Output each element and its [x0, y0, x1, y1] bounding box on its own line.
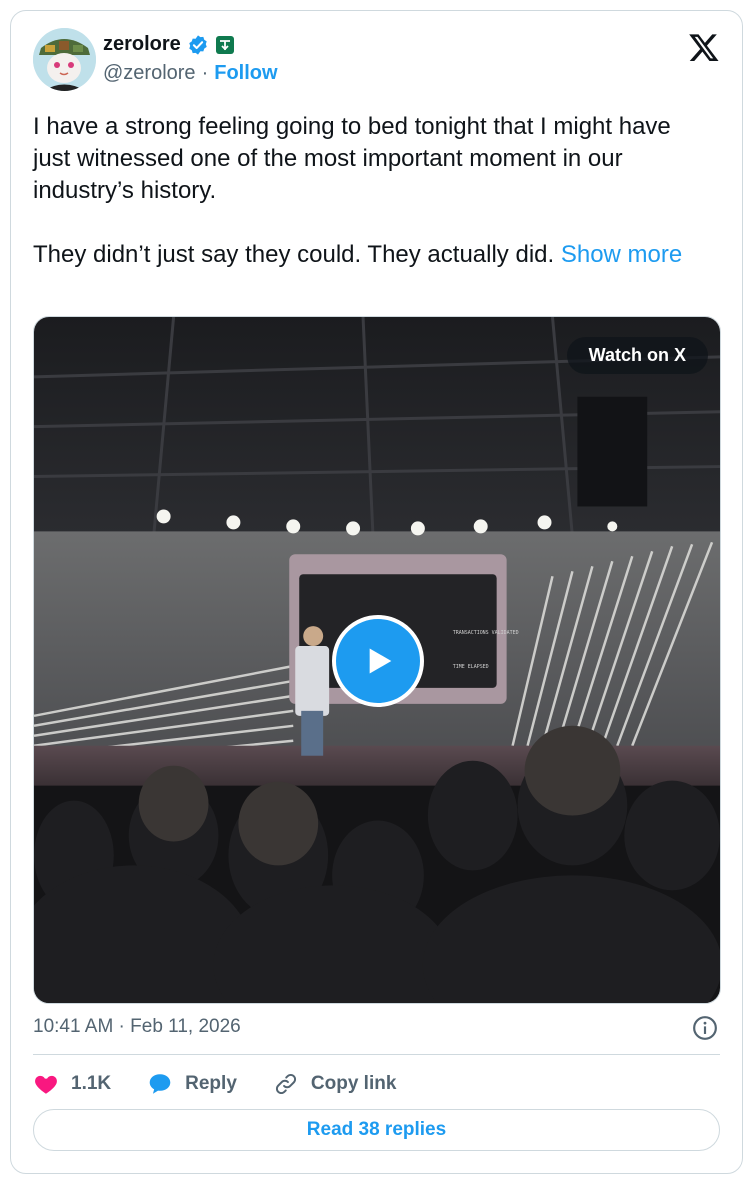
- separator-dot: ·: [201, 62, 209, 84]
- screen-text-line-1: TRANSACTIONS VALIDATED: [453, 630, 519, 636]
- info-icon[interactable]: [692, 1015, 718, 1041]
- tweet-paragraph-2: They didn’t just say they could. They ac…: [33, 239, 713, 271]
- tweet-paragraph-1: I have a strong feeling going to bed ton…: [33, 113, 671, 204]
- play-icon: [369, 648, 392, 674]
- affiliation-badge-icon[interactable]: [215, 35, 235, 55]
- video-media[interactable]: TRANSACTIONS VALIDATED TIME ELAPSED Watc…: [33, 316, 721, 1004]
- read-replies-button[interactable]: Read 38 replies: [33, 1109, 720, 1151]
- avatar[interactable]: [33, 28, 96, 91]
- x-logo-icon[interactable]: [688, 31, 720, 63]
- show-more-link[interactable]: Show more: [561, 241, 682, 268]
- verified-badge-icon: [187, 34, 209, 56]
- like-count: 1.1K: [71, 1073, 112, 1094]
- screen-text-line-2: TIME ELAPSED: [453, 664, 489, 670]
- copy-link-label: Copy link: [310, 1073, 397, 1094]
- tweet-paragraph-2-text: They didn’t just say they could. They ac…: [33, 241, 555, 268]
- author-handle[interactable]: @zerolore: [103, 62, 196, 85]
- author-name-row: zerolore: [103, 33, 235, 56]
- author-display-name[interactable]: zerolore: [103, 33, 181, 56]
- tweet-text: I have a strong feeling going to bed ton…: [33, 111, 713, 271]
- author-handle-row: @zerolore · Follow: [103, 62, 278, 85]
- reply-label: Reply: [185, 1073, 237, 1094]
- like-button[interactable]: 1.1K: [33, 1071, 111, 1097]
- action-bar: 1.1K Reply Copy link: [33, 1069, 432, 1099]
- reply-button[interactable]: Reply: [147, 1071, 237, 1097]
- copy-link-button[interactable]: Copy link: [273, 1071, 397, 1097]
- divider: [33, 1054, 720, 1055]
- tweet-timestamp[interactable]: 10:41 AM · Feb 11, 2026: [33, 1016, 241, 1038]
- avatar-illustration: [33, 28, 96, 91]
- reply-bubble-icon: [147, 1071, 173, 1097]
- heart-icon: [33, 1071, 59, 1097]
- link-icon: [273, 1071, 299, 1097]
- play-button[interactable]: [332, 615, 424, 707]
- tweet-embed-card: zerolore @zerolore · Follow I have a str…: [10, 10, 743, 1174]
- follow-button[interactable]: Follow: [214, 62, 277, 85]
- watch-on-x-button[interactable]: Watch on X: [566, 337, 708, 374]
